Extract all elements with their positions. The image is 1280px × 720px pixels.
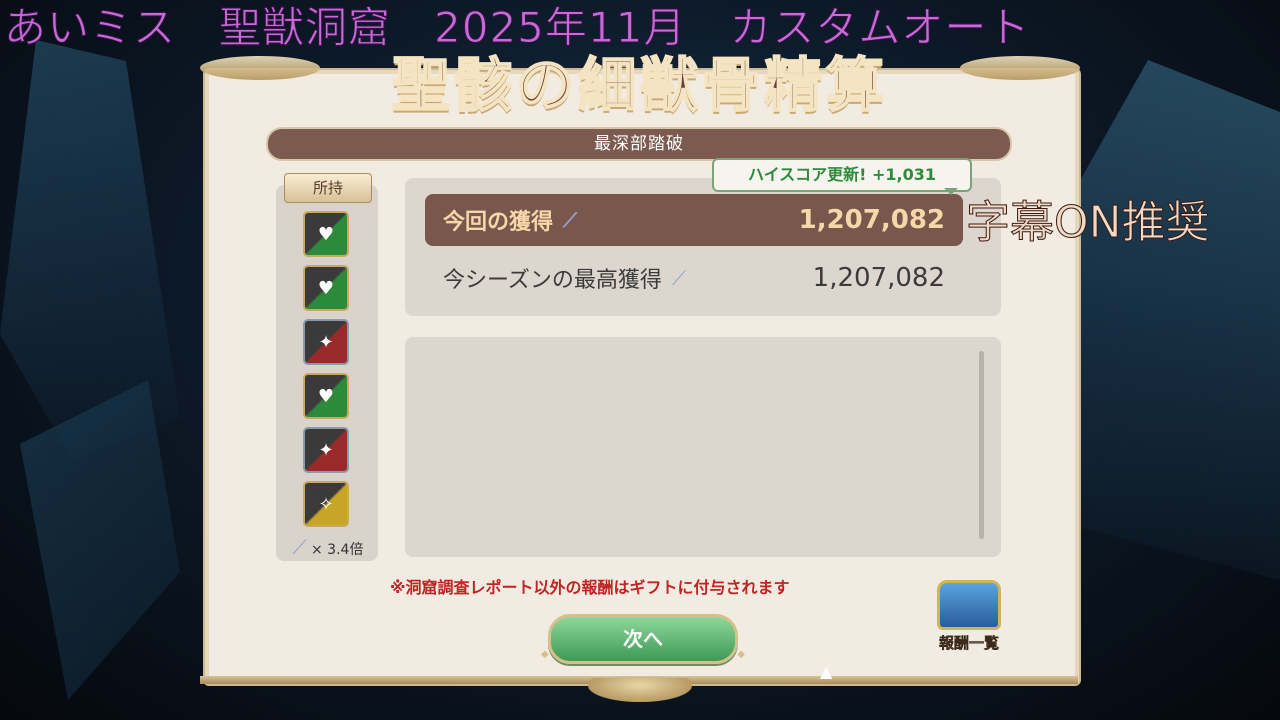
gift-notice: ※洞窟調査レポート以外の報酬はギフトに付与されます <box>390 578 790 597</box>
green-card-icon[interactable]: ♥ <box>303 211 349 257</box>
best-score-row: 今シーズンの最高獲得 ⟋ 1,207,082 <box>425 252 963 304</box>
best-score-value: 1,207,082 <box>812 263 945 293</box>
subtitle-recommend-note: 字幕ON推奨 <box>966 197 1211 249</box>
inventory-label: 所持 <box>284 173 372 203</box>
reward-list-label: 報酬一覧 <box>938 634 999 653</box>
gold-card-icon[interactable]: ✧ <box>303 481 349 527</box>
red-card-icon[interactable]: ✦ <box>303 319 349 365</box>
next-button[interactable]: ◆ 次へ ◆ <box>541 614 745 664</box>
bone-icon: ⟋ <box>563 208 578 232</box>
background-crystal <box>20 380 180 700</box>
current-score-value: 1,207,082 <box>798 205 945 235</box>
mouse-cursor-icon: ▲ <box>820 662 833 681</box>
heart-icon: ♥ <box>317 223 335 245</box>
bottom-ornament <box>588 678 692 702</box>
left-ornament-icon: ◆ <box>541 649 549 660</box>
bone-icon: ⟋ <box>292 535 307 559</box>
background-crystal <box>1060 60 1280 580</box>
right-ornament-icon: ◆ <box>737 649 745 660</box>
best-score-label: 今シーズンの最高獲得 <box>443 268 662 293</box>
next-button-label: 次へ <box>623 627 663 651</box>
score-box: 今回の獲得 ⟋ 1,207,082 今シーズンの最高獲得 ⟋ 1,207,082 <box>405 178 1001 316</box>
multiplier-text: × 3.4倍 <box>311 542 364 558</box>
scrollbar[interactable] <box>979 351 984 539</box>
reward-list-button[interactable]: 報酬一覧 <box>924 580 1014 662</box>
highscore-badge: ハイスコア更新! +1,031 <box>712 158 972 195</box>
reward-list-area[interactable] <box>405 337 1001 557</box>
section-header: 最深部踏破 <box>266 127 1012 161</box>
background-crystal <box>0 40 180 460</box>
video-overlay-title: あいミス 聖獣洞窟 2025年11月 カスタムオート <box>3 3 1031 53</box>
sparkle-icon: ✦ <box>318 439 334 461</box>
current-score-label: 今回の獲得 <box>443 210 554 235</box>
heart-icon: ♥ <box>317 277 335 299</box>
green-card-icon[interactable]: ♥ <box>303 265 349 311</box>
heart-icon: ♥ <box>317 385 335 407</box>
best-score-label-group: 今シーズンの最高獲得 ⟋ <box>443 262 686 294</box>
treasure-chest-icon <box>937 580 1001 630</box>
inventory-multiplier: ⟋ × 3.4倍 <box>282 535 374 559</box>
sparkle-icon: ✦ <box>318 331 334 353</box>
current-score-row: 今回の獲得 ⟋ 1,207,082 <box>425 194 963 246</box>
current-score-label-group: 今回の獲得 ⟋ <box>443 204 577 236</box>
star-icon: ✧ <box>318 493 334 515</box>
green-card-icon[interactable]: ♥ <box>303 373 349 419</box>
bone-icon: ⟋ <box>671 266 686 290</box>
red-card-icon[interactable]: ✦ <box>303 427 349 473</box>
inventory-box: 所持 ♥ ♥ ✦ ♥ ✦ ✧ ⟋ × 3.4倍 <box>276 173 378 561</box>
